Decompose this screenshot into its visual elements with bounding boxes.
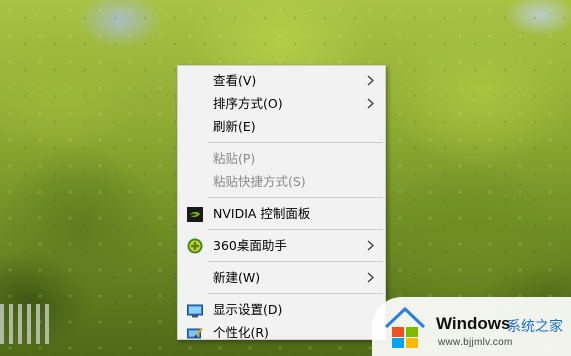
menu-item-360-desktop-assistant[interactable]: 360桌面助手 [178, 234, 385, 257]
menu-item-view[interactable]: 查看(V) [178, 69, 385, 92]
watermark-brand: Windows [436, 314, 511, 333]
submenu-arrow-icon [365, 69, 377, 92]
menu-separator [208, 261, 383, 262]
watermark-url: www.bjjmlv.com [438, 337, 513, 348]
menu-item-label: 排序方式(O) [213, 96, 283, 111]
menu-separator [208, 293, 383, 294]
menu-item-sort-by[interactable]: 排序方式(O) [178, 92, 385, 115]
watermark-badge: Windows 系统之家 www.bjjmlv.com [372, 297, 571, 356]
submenu-arrow-icon [365, 234, 377, 257]
wallpaper-fence [0, 304, 50, 344]
menu-separator [208, 197, 383, 198]
menu-separator [208, 229, 383, 230]
menu-item-paste[interactable]: 粘贴(P) [178, 147, 385, 170]
menu-item-label: 粘贴(P) [213, 151, 256, 166]
menu-item-display-settings[interactable]: 显示设置(D) [178, 298, 385, 321]
menu-item-nvidia-control-panel[interactable]: NVIDIA 控制面板 [178, 202, 385, 225]
watermark-site-name: 系统之家 [507, 319, 563, 335]
submenu-arrow-icon [365, 266, 377, 289]
menu-item-paste-shortcut[interactable]: 粘贴快捷方式(S) [178, 170, 385, 193]
personalize-icon [187, 325, 203, 340]
menu-item-label: 360桌面助手 [213, 238, 287, 253]
menu-item-label: 刷新(E) [213, 119, 256, 134]
menu-item-new[interactable]: 新建(W) [178, 266, 385, 289]
menu-separator [208, 142, 383, 143]
display-settings-icon [187, 302, 203, 318]
menu-item-refresh[interactable]: 刷新(E) [178, 115, 385, 138]
windows-logo-icon [382, 305, 428, 351]
nvidia-icon [187, 206, 203, 222]
menu-item-label: NVIDIA 控制面板 [213, 206, 311, 221]
menu-item-label: 查看(V) [213, 73, 257, 88]
menu-item-label: 显示设置(D) [213, 302, 283, 317]
menu-item-label: 个性化(R) [213, 325, 269, 340]
360-assistant-icon [187, 238, 203, 254]
desktop-context-menu: 查看(V) 排序方式(O) 刷新(E) 粘贴(P) 粘贴快捷方式(S) NVID… [177, 65, 386, 340]
menu-item-label: 新建(W) [213, 270, 261, 285]
submenu-arrow-icon [365, 92, 377, 115]
menu-item-personalize[interactable]: 个性化(R) [178, 321, 385, 344]
menu-item-label: 粘贴快捷方式(S) [213, 174, 306, 189]
